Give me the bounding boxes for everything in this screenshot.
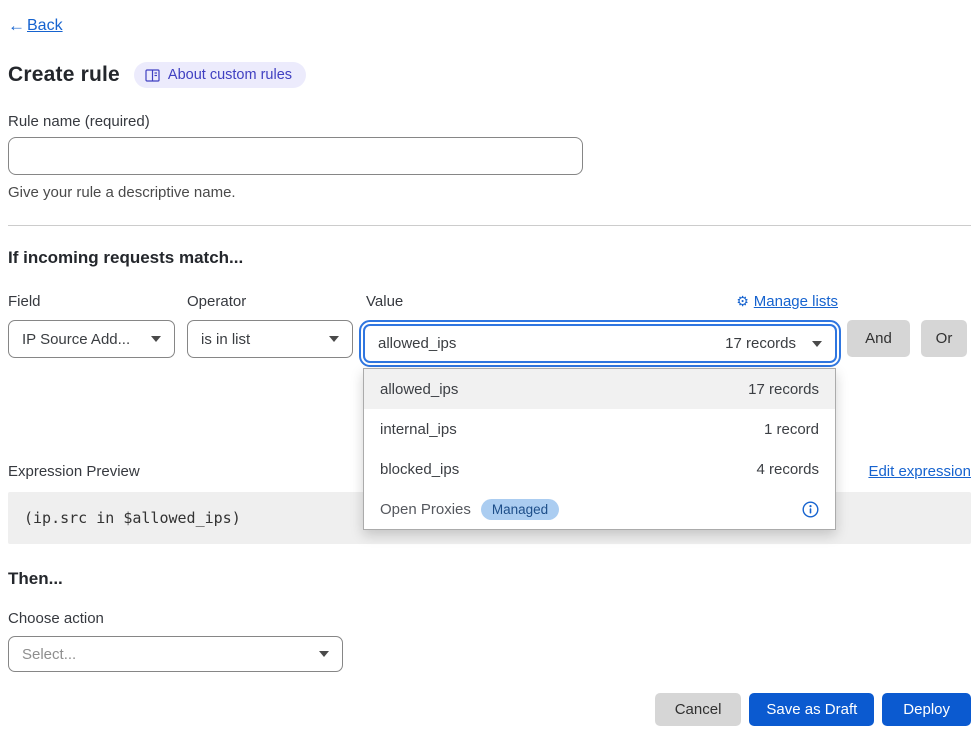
field-select-value: IP Source Add... [22,331,130,348]
deploy-button[interactable]: Deploy [882,693,971,726]
list-item-name: allowed_ips [380,381,458,398]
list-item[interactable]: allowed_ips 17 records [364,369,835,409]
back-link[interactable]: ← Back [8,16,63,36]
value-combobox[interactable]: allowed_ips 17 records [363,324,837,363]
list-item-name: Open Proxies [380,501,471,518]
action-select-placeholder: Select... [22,646,76,663]
or-button[interactable]: Or [921,320,967,357]
choose-action-label: Choose action [8,610,971,627]
title-row: Create rule About custom rules [8,62,971,88]
page-title: Create rule [8,63,120,87]
chevron-down-icon [812,341,822,347]
value-combobox-text: allowed_ips [378,335,725,352]
back-arrow-icon: ← [8,16,25,36]
operator-select-value: is in list [201,331,250,348]
condition-labels-row: Field Operator Value ⚙ Manage lists [8,293,971,313]
rule-name-helper-text: Give your rule a descriptive name. [8,184,971,201]
rule-name-label: Rule name (required) [8,113,971,130]
list-item[interactable]: Open Proxies Managed [364,489,835,529]
value-dropdown-list: allowed_ips 17 records internal_ips 1 re… [363,368,836,530]
value-combobox-focus-ring: allowed_ips 17 records [359,320,841,367]
condition-row: IP Source Add... is in list allowed_ips … [8,320,971,367]
managed-badge: Managed [481,499,559,520]
field-label: Field [8,293,41,310]
then-section-heading: Then... [8,569,971,589]
list-item-name: blocked_ips [380,461,459,478]
and-button[interactable]: And [847,320,910,357]
list-item[interactable]: blocked_ips 4 records [364,449,835,489]
operator-label: Operator [187,293,246,310]
section-divider [8,225,971,226]
chevron-down-icon [329,336,339,342]
field-select[interactable]: IP Source Add... [8,320,175,358]
cancel-button[interactable]: Cancel [655,693,742,726]
about-custom-rules-link[interactable]: About custom rules [134,62,306,88]
value-combobox-count: 17 records [725,335,796,352]
manage-lists-link[interactable]: ⚙ Manage lists [736,293,838,310]
operator-select[interactable]: is in list [187,320,353,358]
footer-actions: Cancel Save as Draft Deploy [8,693,971,726]
about-custom-rules-label: About custom rules [168,67,292,83]
match-section-heading: If incoming requests match... [8,248,971,268]
chevron-down-icon [151,336,161,342]
back-row: ← Back [8,0,971,36]
list-item-count: 1 record [764,421,819,438]
list-item-count: 17 records [748,381,819,398]
value-label: Value [366,293,403,310]
list-item-name: internal_ips [380,421,457,438]
chevron-down-icon [319,651,329,657]
list-item-count: 4 records [756,461,819,478]
manage-lists-label: Manage lists [754,293,838,310]
list-item[interactable]: internal_ips 1 record [364,409,835,449]
create-rule-page: ← Back Create rule About custom rules Ru… [0,0,979,739]
book-icon [145,69,160,82]
back-link-label: Back [27,17,63,35]
edit-expression-link[interactable]: Edit expression [868,463,971,480]
gear-icon: ⚙ [736,293,749,310]
info-icon[interactable] [802,501,819,518]
expression-code: (ip.src in $allowed_ips) [24,509,241,527]
expression-preview-label: Expression Preview [8,463,140,480]
rule-name-input[interactable] [8,137,583,175]
save-as-draft-button[interactable]: Save as Draft [749,693,874,726]
action-select[interactable]: Select... [8,636,343,672]
